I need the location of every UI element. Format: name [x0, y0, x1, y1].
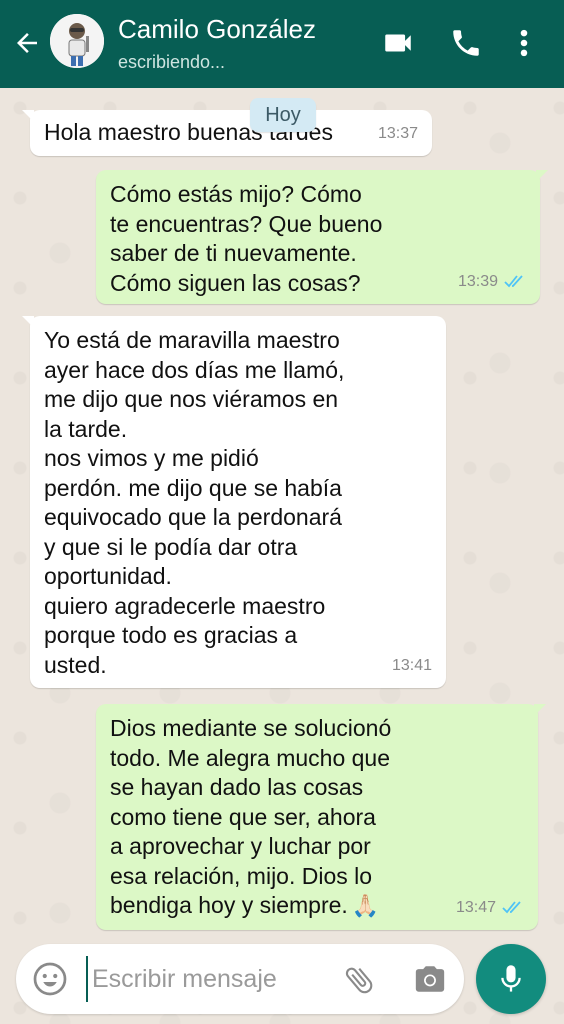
- message-bubble-outgoing[interactable]: Cómo estás mijo? Cómo te encuentras? Que…: [96, 170, 548, 304]
- date-chip: Hoy: [250, 98, 316, 132]
- message-meta: 13:37: [378, 119, 418, 149]
- message-text: Yo está de maravilla maestro ayer hace d…: [44, 327, 345, 678]
- mic-button[interactable]: [476, 944, 546, 1014]
- message-time: 13:37: [377, 124, 418, 142]
- read-ticks-icon: [504, 275, 523, 288]
- message-bubble-incoming[interactable]: Hola maestro buenas tardes 13:37: [22, 110, 432, 156]
- video-call-icon[interactable]: [380, 26, 416, 60]
- message-bubble-outgoing[interactable]: Dios mediante se solucionó todo. Me aleg…: [96, 704, 546, 930]
- praying-hands-emoji: 🙏🏻: [351, 893, 380, 918]
- emoji-icon[interactable]: [32, 961, 68, 997]
- bubble-tail: [22, 316, 34, 328]
- camera-icon[interactable]: [412, 962, 448, 996]
- avatar[interactable]: [50, 14, 104, 68]
- typing-status: escribiendo...: [118, 52, 226, 72]
- bubble-tail: [22, 110, 34, 122]
- message-body: Dios mediante se solucionó todo. Me aleg…: [110, 715, 392, 918]
- chat-header: Camilo González escribiendo...: [0, 0, 564, 88]
- contact-name[interactable]: Camilo González: [118, 14, 316, 45]
- message-meta: 13:41: [392, 651, 432, 681]
- message-composer: [16, 944, 464, 1014]
- message-time: 13:41: [391, 656, 432, 674]
- bubble-tail: [536, 170, 548, 182]
- message-meta: 13:39: [458, 267, 526, 297]
- arrow-back-icon[interactable]: [12, 28, 42, 58]
- message-bubble-incoming[interactable]: Yo está de maravilla maestro ayer hace d…: [22, 316, 446, 688]
- phone-icon[interactable]: [448, 26, 484, 60]
- read-ticks-icon: [502, 901, 521, 914]
- message-time: 13:47: [455, 898, 496, 916]
- more-vert-icon[interactable]: [512, 26, 536, 60]
- message-text: Hola maestro buenas tardes: [44, 119, 333, 145]
- message-text: Dios mediante se solucionó todo. Me aleg…: [110, 714, 524, 921]
- mic-icon: [501, 965, 521, 992]
- message-time: 13:39: [457, 272, 498, 290]
- message-input[interactable]: [86, 956, 326, 1002]
- bubble-tail: [534, 704, 546, 716]
- avatar-illustration: [50, 14, 104, 68]
- paperclip-icon[interactable]: [342, 962, 376, 998]
- message-meta: 13:47: [456, 893, 524, 923]
